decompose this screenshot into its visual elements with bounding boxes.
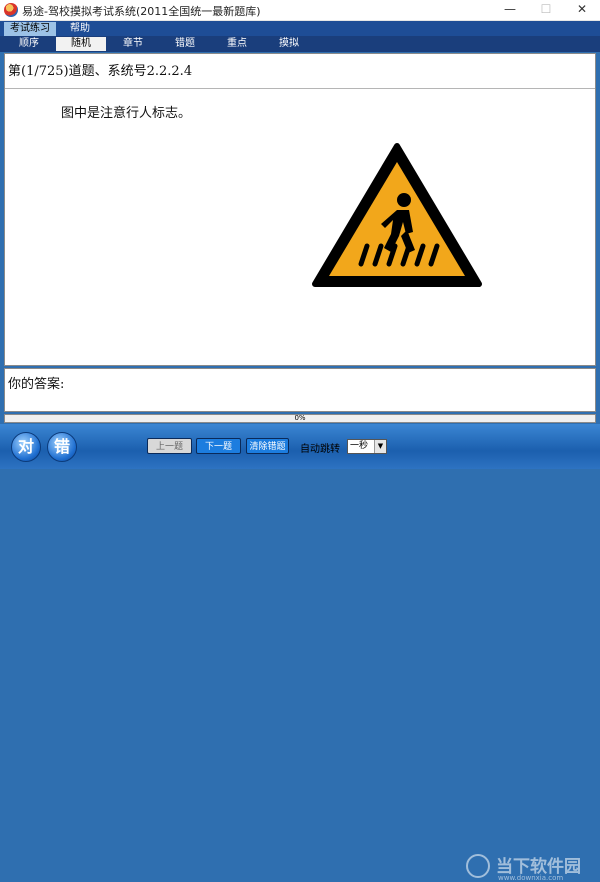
answer-label: 你的答案: [8,377,65,392]
answer-wrong-button[interactable]: 错 [47,432,77,462]
bottom-toolbar: 对 错 上一题 下一题 清除错题 自动跳转 一秒 ▼ 当下软件园 www.dow… [0,424,600,882]
answer-correct-button[interactable]: 对 [11,432,41,462]
clear-wrong-button[interactable]: 清除错题 [246,438,289,454]
close-button[interactable]: ✕ [564,0,600,20]
auto-jump-value: 一秒 [350,441,369,451]
progress-text: 0% [294,414,306,422]
maximize-button[interactable]: ☐ [528,0,564,20]
question-panel: 第(1/725)道题、系统号2.2.2.4 图中是注意行人标志。 [4,53,596,366]
watermark-url: www.downxia.com [498,874,564,882]
app-logo-icon [4,3,18,17]
question-header: 第(1/725)道题、系统号2.2.2.4 [8,64,193,79]
question-text: 图中是注意行人标志。 [61,106,192,121]
window-title: 易途-驾校摸拟考试系统(2011全国统一最新题库) [22,5,261,18]
minimize-button[interactable]: — [492,0,528,20]
title-bar: 易途-驾校摸拟考试系统(2011全国统一最新题库) — ☐ ✕ [0,0,600,21]
auto-jump-select[interactable]: 一秒 ▼ [347,439,387,454]
menu-exam-practice[interactable]: 考试练习 [4,22,56,36]
menu-help[interactable]: 帮助 [64,22,96,36]
mode-tabs: 顺序 随机 章节 错题 重点 摸拟 [0,36,600,52]
next-question-button[interactable]: 下一题 [196,438,241,454]
previous-question-button[interactable]: 上一题 [147,438,192,454]
tab-mock-exam[interactable]: 摸拟 [264,37,314,51]
tab-key-points[interactable]: 重点 [212,37,262,51]
tab-sequential[interactable]: 顺序 [4,37,54,51]
auto-jump-label: 自动跳转 [300,444,340,455]
tab-wrong-questions[interactable]: 错题 [160,37,210,51]
divider [5,88,595,89]
menu-bar: 考试练习 帮助 [0,21,600,36]
tab-chapter[interactable]: 章节 [108,37,158,51]
watermark-logo-icon [466,854,490,878]
progress-bar: 0% [4,414,596,423]
answer-panel: 你的答案: [4,368,596,412]
tab-random[interactable]: 随机 [56,37,106,51]
pedestrian-warning-sign-icon [312,143,482,287]
chevron-down-icon[interactable]: ▼ [374,440,386,453]
